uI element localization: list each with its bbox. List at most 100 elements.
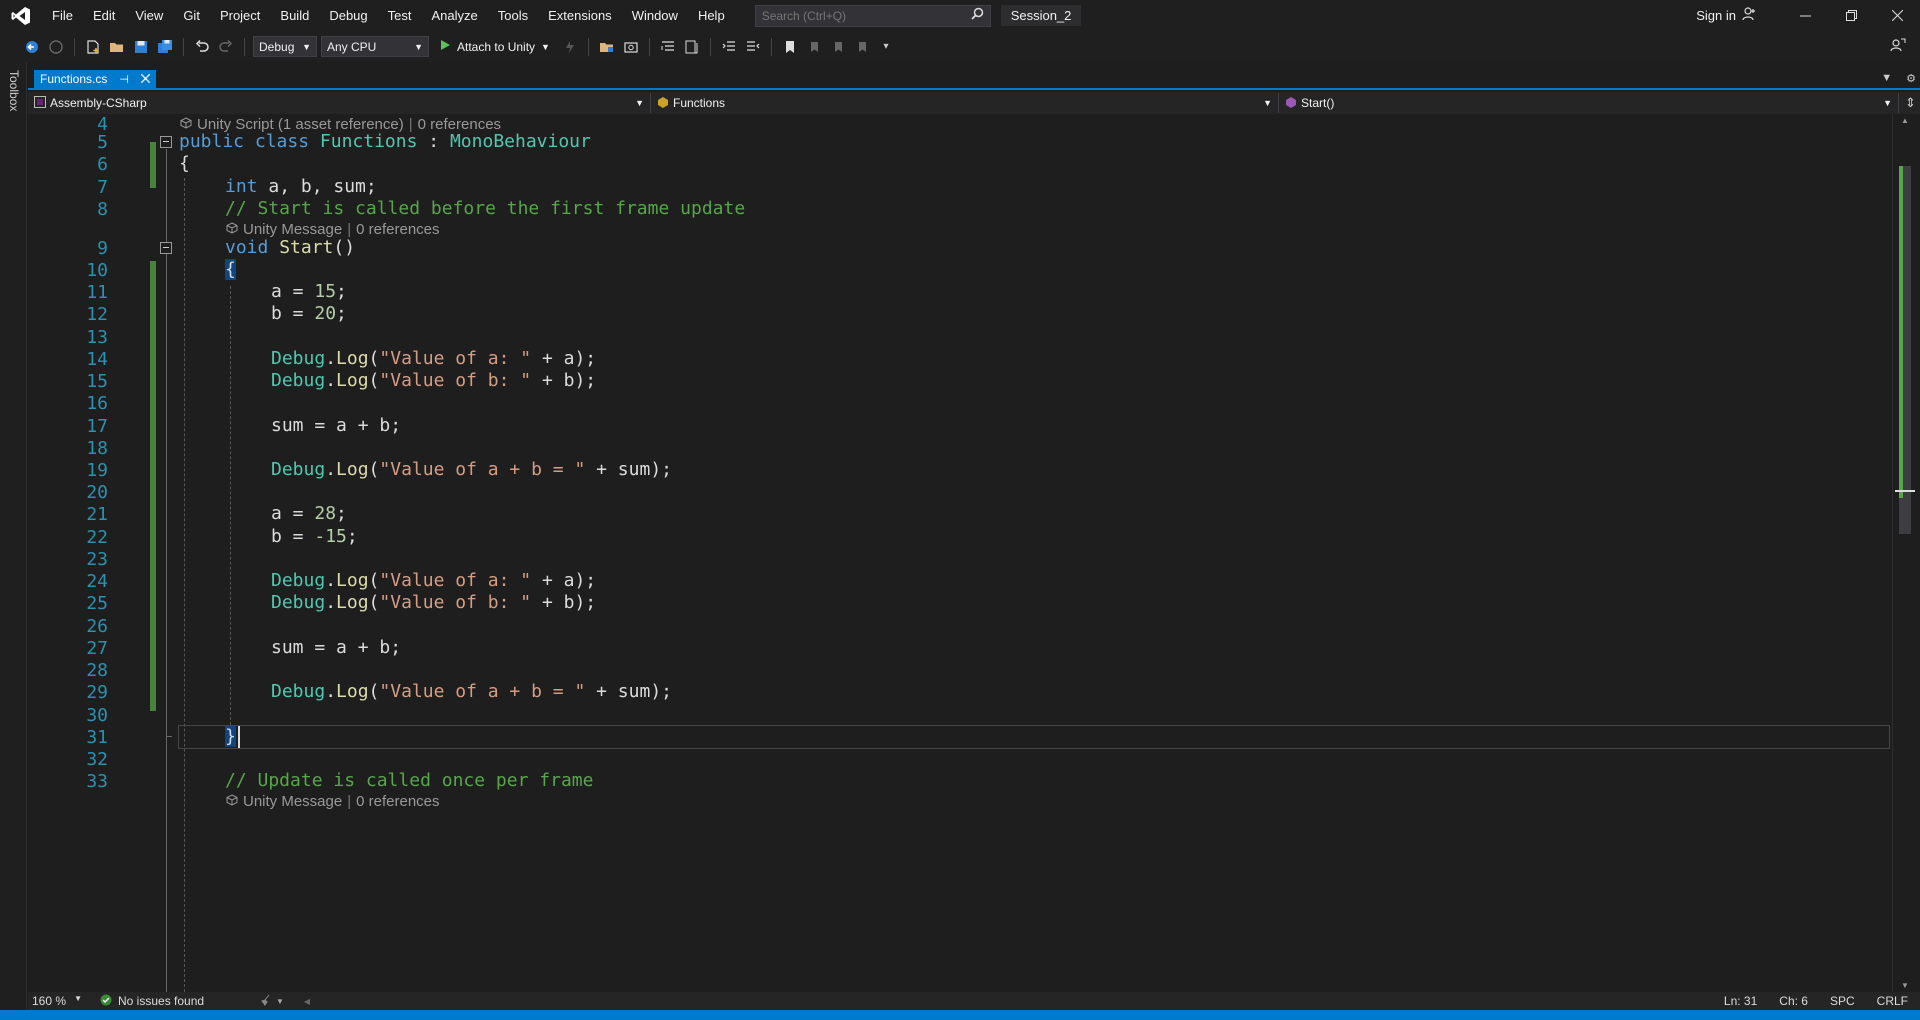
chevron-down-icon: ▼ [302, 41, 311, 52]
save-all-icon[interactable] [155, 37, 175, 57]
collapse-region-class[interactable] [160, 136, 172, 148]
search-input[interactable] [761, 8, 952, 23]
menu-project[interactable]: Project [210, 0, 270, 31]
restore-button[interactable] [1828, 0, 1874, 31]
hot-reload-icon[interactable] [560, 37, 580, 57]
unity-cube-icon [226, 792, 238, 812]
text-caret [238, 726, 240, 748]
menu-help[interactable]: Help [688, 0, 735, 31]
current-line-highlight [178, 725, 1890, 749]
scroll-up-icon[interactable]: ▲ [1901, 116, 1909, 125]
character-indicator[interactable]: Ch: 6 [1779, 994, 1808, 1008]
close-tab-icon[interactable] [140, 72, 151, 86]
title-bar: File Edit View Git Project Build Debug T… [0, 0, 1920, 31]
code-line-15: Debug.Log("Value of b: " + b); [271, 370, 597, 391]
bookmark-icon[interactable] [780, 37, 800, 57]
folder-view-icon[interactable] [597, 37, 617, 57]
vertical-scrollbar[interactable]: ▲ ▼ [1892, 114, 1920, 992]
code-line-19: Debug.Log("Value of a + b = " + sum); [271, 459, 672, 480]
collapse-region-start[interactable] [160, 242, 172, 254]
menu-build[interactable]: Build [270, 0, 319, 31]
code-editor[interactable]: 4 5 6 7 8 9 10 11 12 13 14 15 16 17 18 1… [28, 114, 1892, 992]
menu-view[interactable]: View [125, 0, 173, 31]
horizontal-scroll-left-icon[interactable]: ◀ [304, 997, 310, 1006]
chevron-down-icon: ▼ [276, 996, 284, 1006]
menu-test[interactable]: Test [378, 0, 422, 31]
menu-window[interactable]: Window [622, 0, 688, 31]
document-tab-bar: Functions.cs ⊣ ▼ ⚙ [28, 70, 1920, 90]
solution-platform-dropdown[interactable]: Any CPU ▼ [321, 36, 429, 57]
menu-git[interactable]: Git [173, 0, 210, 31]
indentation-indicator[interactable]: SPC [1830, 994, 1855, 1008]
sign-in-button[interactable]: Sign in [1696, 7, 1756, 24]
redo-icon[interactable] [216, 37, 236, 57]
scrollbar-change-marker [1899, 166, 1903, 498]
toolbox-tab[interactable]: Toolbox [7, 70, 21, 111]
attach-to-unity-button[interactable]: Attach to Unity ▼ [433, 39, 556, 54]
outdent-icon[interactable] [719, 37, 739, 57]
chevron-down-icon: ▼ [541, 41, 550, 52]
save-icon[interactable] [131, 37, 151, 57]
previous-bookmark-icon[interactable] [804, 37, 824, 57]
line-ending-indicator[interactable]: CRLF [1877, 994, 1908, 1008]
codelens-update[interactable]: Unity Message | 0 references [226, 792, 440, 812]
menu-tools[interactable]: Tools [488, 0, 538, 31]
code-line-8: // Start is called before the first fram… [225, 198, 746, 219]
toolbar-overflow-icon[interactable]: ▾ [876, 37, 896, 57]
codelens-references[interactable]: 0 references [356, 792, 439, 812]
codelens-references[interactable]: 0 references [356, 220, 439, 240]
search-box[interactable] [754, 4, 991, 27]
new-project-icon[interactable] [83, 37, 103, 57]
tab-functions-cs[interactable]: Functions.cs ⊣ [34, 70, 156, 88]
menu-extensions[interactable]: Extensions [538, 0, 622, 31]
cursor-position-info: Ln: 31 Ch: 6 SPC CRLF [1724, 994, 1920, 1008]
chevron-down-icon: ▼ [1263, 98, 1272, 108]
undo-icon[interactable] [192, 37, 212, 57]
code-line-10: { [225, 259, 236, 280]
indent-guide [184, 178, 185, 992]
menu-debug[interactable]: Debug [319, 0, 377, 31]
menu-analyze[interactable]: Analyze [421, 0, 487, 31]
line-indicator[interactable]: Ln: 31 [1724, 994, 1757, 1008]
navigate-back-icon[interactable] [22, 37, 42, 57]
menu-edit[interactable]: Edit [83, 0, 125, 31]
format-document-icon[interactable] [682, 37, 702, 57]
minimize-button[interactable] [1782, 0, 1828, 31]
solution-platform-value: Any CPU [327, 39, 377, 54]
member-name: Start() [1301, 96, 1335, 110]
line-number: 8 [97, 199, 108, 220]
issues-indicator[interactable]: No issues found [100, 994, 260, 1009]
settings-gear-icon[interactable]: ⚙ [1906, 72, 1916, 85]
codelens-unity-message[interactable]: Unity Message [243, 792, 342, 812]
toolbar-separator [183, 37, 184, 56]
solution-configuration-value: Debug [259, 39, 295, 54]
menu-file[interactable]: File [42, 0, 83, 31]
next-bookmark-icon[interactable] [828, 37, 848, 57]
class-dropdown[interactable]: Functions ▼ [651, 93, 1279, 113]
solution-configuration-dropdown[interactable]: Debug ▼ [253, 36, 317, 57]
toolbox-side-panel [0, 62, 27, 1018]
live-share-icon[interactable] [1890, 37, 1906, 58]
search-icon[interactable] [971, 7, 984, 25]
screenshot-icon[interactable] [621, 37, 641, 57]
scroll-down-icon[interactable]: ▼ [1901, 981, 1909, 990]
code-line-25: Debug.Log("Value of b: " + b); [271, 592, 597, 613]
visual-studio-logo-icon [0, 0, 42, 31]
step-into-icon[interactable] [658, 37, 678, 57]
clear-bookmarks-icon[interactable] [852, 37, 872, 57]
navigate-forward-icon[interactable] [46, 37, 66, 57]
close-window-button[interactable] [1874, 0, 1920, 31]
split-editor-icon[interactable]: ⇕ [1905, 95, 1916, 111]
pin-tab-icon[interactable]: ⊣ [119, 73, 129, 86]
zoom-dropdown[interactable]: 160 % ▼ [28, 994, 88, 1008]
code-cleanup-icon[interactable]: ▼ [260, 994, 284, 1009]
attach-to-unity-label: Attach to Unity [457, 39, 536, 54]
project-dropdown[interactable]: Assembly-CSharp ▼ [28, 93, 651, 113]
open-file-icon[interactable] [107, 37, 127, 57]
member-dropdown[interactable]: Start() ▼ [1279, 93, 1899, 113]
chevron-down-icon: ▼ [74, 994, 82, 1003]
tab-list-dropdown-icon[interactable]: ▼ [1881, 72, 1892, 85]
check-circle-icon [100, 994, 112, 1009]
indent-icon[interactable] [743, 37, 763, 57]
zoom-value: 160 % [32, 994, 67, 1008]
